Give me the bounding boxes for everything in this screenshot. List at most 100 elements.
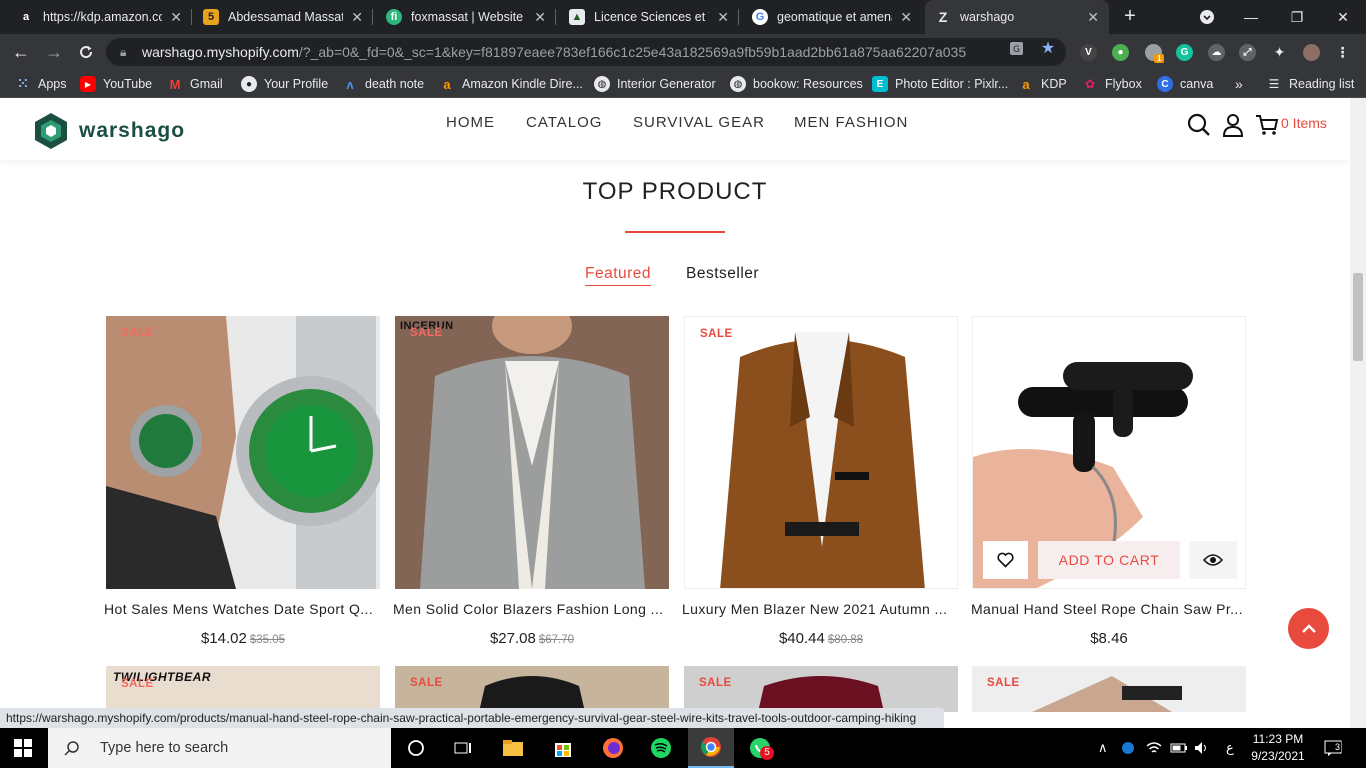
taskbar-search-box[interactable]: Type here to search (48, 728, 391, 768)
store-icon[interactable] (540, 728, 586, 768)
bookmark-amazon-kindle[interactable]: a Amazon Kindle Dire... (439, 75, 583, 93)
tab-title: geomatique et amena (777, 10, 893, 24)
bookmark-death-note[interactable]: ʌ death note (342, 75, 424, 93)
bookmark-star-icon[interactable]: ★ (1040, 40, 1056, 57)
product-price: $27.08 $67.70 (489, 630, 575, 647)
notifications-button[interactable]: 3 (1324, 728, 1342, 768)
cortana-button[interactable] (393, 728, 439, 768)
product-title[interactable]: Men Solid Color Blazers Fashion Long ... (393, 601, 669, 617)
sale-badge: SALE (121, 327, 154, 339)
more-bookmarks-button[interactable]: » (1235, 75, 1243, 93)
product-image[interactable]: SALE (684, 666, 958, 712)
bookmark-your-profile[interactable]: ● Your Profile (241, 75, 328, 93)
puzzle-icon[interactable]: ✦ (1271, 44, 1288, 61)
sale-badge: SALE (699, 677, 732, 689)
add-to-cart-button[interactable]: ADD TO CART (1038, 541, 1180, 579)
site-logo[interactable]: warshago (33, 112, 185, 150)
nav-men-fashion[interactable]: MEN FASHION (794, 114, 908, 131)
nav-survival-gear[interactable]: SURVIVAL GEAR (633, 114, 765, 131)
address-bar[interactable]: 🔒︎ warshago.myshopify.com/?_ab=0&_fd=0&_… (106, 38, 1066, 66)
close-icon[interactable]: ✕ (717, 9, 729, 26)
restore-button[interactable]: ❐ (1274, 0, 1320, 34)
close-icon[interactable]: ✕ (900, 9, 912, 26)
extension-badge-icon[interactable]: 1 (1145, 44, 1165, 63)
bookmark-apps[interactable]: ⁙ Apps (15, 75, 67, 93)
forward-button[interactable]: → (42, 40, 66, 64)
extension-expand-icon[interactable]: ⤢ (1239, 44, 1256, 61)
product-image[interactable]: SALE (684, 316, 958, 589)
browser-tab-warshago[interactable]: Z warshago ✕ (925, 0, 1109, 34)
extension-cloud-icon[interactable]: ☁ (1208, 44, 1225, 61)
firefox-icon[interactable] (590, 728, 636, 768)
nav-home[interactable]: HOME (446, 114, 495, 131)
translate-icon[interactable]: G (1008, 40, 1024, 56)
logo-text: warshago (79, 119, 186, 142)
close-icon[interactable]: ✕ (351, 9, 363, 26)
wishlist-button[interactable] (983, 541, 1028, 579)
scrollbar-thumb[interactable] (1353, 273, 1363, 361)
product-image[interactable]: SALE (395, 666, 669, 712)
chrome-taskbar-icon[interactable] (688, 728, 734, 768)
reload-button[interactable] (74, 40, 98, 64)
close-icon[interactable]: ✕ (1087, 9, 1099, 26)
close-icon[interactable]: ✕ (534, 9, 546, 26)
tab-bestseller[interactable]: Bestseller (686, 265, 759, 283)
new-tab-button[interactable]: + (1119, 5, 1141, 28)
reading-list-button[interactable]: ☰ Reading list (1266, 75, 1355, 93)
page-scrollbar[interactable] (1350, 98, 1366, 728)
browser-tab-kdp[interactable]: a https://kdp.amazon.co ✕ (8, 0, 192, 34)
start-button[interactable] (0, 728, 46, 768)
bookmark-flybox[interactable]: ✿ Flybox (1082, 75, 1142, 93)
canva-icon: C (1157, 76, 1173, 92)
bookmark-canva[interactable]: Ccanva (1157, 75, 1213, 93)
window-close-button[interactable]: ✕ (1320, 0, 1366, 34)
bookmark-interior-generator[interactable]: ◍ Interior Generator (594, 75, 716, 93)
product-image[interactable]: SALE (972, 666, 1246, 712)
product-image[interactable]: INCERUN SALE (395, 316, 669, 589)
volume-icon[interactable] (1194, 728, 1210, 768)
product-price: $14.02 $35.05 (200, 630, 286, 647)
tab-search-button[interactable] (1184, 0, 1230, 34)
battery-icon[interactable] (1170, 728, 1188, 768)
product-image[interactable]: TWILIGHTBEAR SALE (106, 666, 380, 712)
product-image[interactable]: SALE (106, 316, 380, 589)
product-title[interactable]: Manual Hand Steel Rope Chain Saw Pr... (971, 601, 1247, 617)
bookmark-youtube[interactable]: ▶ YouTube (80, 75, 152, 93)
extension-v-icon[interactable]: V (1080, 44, 1097, 61)
minimize-button[interactable]: — (1228, 0, 1274, 34)
close-icon[interactable]: ✕ (170, 9, 182, 26)
file-explorer-icon[interactable] (490, 728, 536, 768)
tab-featured[interactable]: Featured (585, 265, 652, 286)
nav-catalog[interactable]: CATALOG (526, 114, 602, 131)
language-indicator[interactable]: ع (1226, 728, 1234, 768)
browser-tab-licence[interactable]: ▲ Licence Sciences et Te ✕ (559, 0, 739, 34)
whatsapp-icon[interactable]: 5 (737, 728, 783, 768)
site-header: warshago HOME CATALOG SURVIVAL GEAR MEN … (0, 98, 1350, 160)
cart-icon[interactable] (1254, 112, 1280, 138)
browser-tab-geomatique[interactable]: G geomatique et amena ✕ (742, 0, 922, 34)
quick-view-button[interactable] (1189, 541, 1237, 579)
task-view-button[interactable] (440, 728, 486, 768)
cart-count[interactable]: 0 Items (1281, 115, 1327, 131)
clock[interactable]: 11:23 PM 9/23/2021 (1248, 731, 1308, 765)
browser-tab-abdessamad[interactable]: 5 Abdessamad Massat - ✕ (193, 0, 373, 34)
back-to-top-button[interactable] (1288, 608, 1329, 649)
tray-app-icon[interactable] (1121, 728, 1135, 768)
profile-avatar[interactable] (1303, 44, 1320, 61)
menu-icon[interactable]: ⋮ (1334, 44, 1351, 61)
search-icon[interactable] (1186, 112, 1212, 138)
user-icon[interactable] (1220, 112, 1246, 138)
extension-color-icon[interactable]: ● (1112, 44, 1129, 61)
back-button[interactable]: ← (9, 40, 33, 64)
tray-overflow-chevron-icon[interactable]: ∧ (1098, 728, 1108, 768)
browser-tab-foxmassat[interactable]: fi foxmassat | Website C ✕ (376, 0, 556, 34)
bookmark-kdp[interactable]: a KDP (1018, 75, 1066, 93)
spotify-icon[interactable] (638, 728, 684, 768)
product-title[interactable]: Hot Sales Mens Watches Date Sport Q... (104, 601, 380, 617)
bookmark-gmail[interactable]: M Gmail (167, 75, 223, 93)
wifi-icon[interactable] (1146, 728, 1162, 768)
bookmark-bookow[interactable]: ◍ bookow: Resources (730, 75, 863, 93)
bookmark-pixlr[interactable]: E Photo Editor : Pixlr... (872, 75, 1008, 93)
product-title[interactable]: Luxury Men Blazer New 2021 Autumn ... (682, 601, 958, 617)
grammarly-icon[interactable]: G (1176, 44, 1193, 61)
